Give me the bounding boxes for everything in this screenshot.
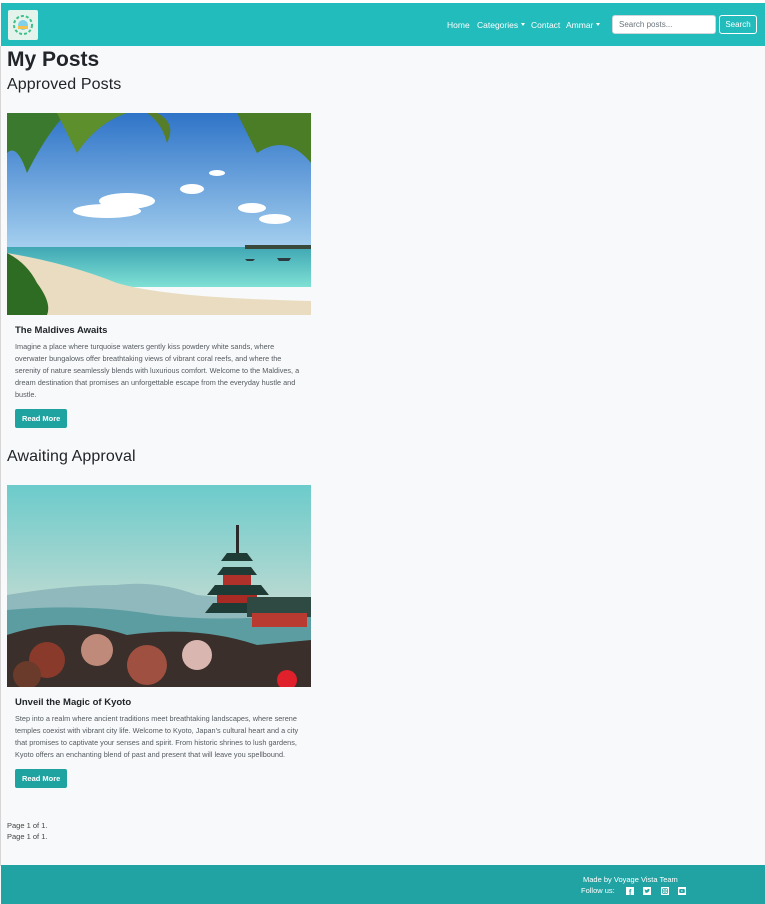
post-excerpt: Imagine a place where turquoise waters g… [15,342,300,399]
awaiting-approval-heading: Awaiting Approval [7,448,136,465]
post-image-kyoto [7,485,311,687]
pagination-awaiting: Page 1 of 1. [7,832,48,841]
nav-categories-label: Categories [477,20,519,30]
post-card: Unveil the Magic of Kyoto Step into a re… [7,485,311,788]
search-button[interactable]: Search [719,15,757,34]
read-more-button[interactable]: Read More [15,769,68,788]
left-border [0,46,1,866]
approved-posts-heading: Approved Posts [7,76,122,93]
footer-follow-label: Follow us: [581,886,615,895]
post-title: The Maldives Awaits [15,325,108,336]
facebook-icon[interactable] [626,887,634,895]
footer: Made by Voyage Vista Team Follow us: [1,865,765,904]
read-more-button[interactable]: Read More [15,409,68,428]
nav-categories-dropdown[interactable]: Categories [477,20,526,30]
pagination-approved: Page 1 of 1. [7,821,48,830]
post-excerpt: Step into a realm where ancient traditio… [15,714,299,759]
twitter-icon[interactable] [643,887,651,895]
post-title: Unveil the Magic of Kyoto [15,697,132,708]
chevron-down-icon [521,23,526,26]
navbar: Home Categories Contact Ammar Search [1,3,765,46]
instagram-icon[interactable] [661,887,669,895]
nav-user-label: Ammar [566,20,594,30]
youtube-icon[interactable] [678,887,686,895]
logo-icon[interactable] [8,10,38,40]
search-input[interactable] [612,15,716,34]
post-card: The Maldives Awaits Imagine a place wher… [7,113,311,428]
footer-credit: Made by Voyage Vista Team [583,875,678,884]
nav-contact-link[interactable]: Contact [531,20,560,30]
post-image-maldives [7,113,311,315]
nav-user-dropdown[interactable]: Ammar [566,20,601,30]
page-title: My Posts [7,48,100,71]
nav-home-link[interactable]: Home [447,20,470,30]
chevron-down-icon [596,23,601,26]
